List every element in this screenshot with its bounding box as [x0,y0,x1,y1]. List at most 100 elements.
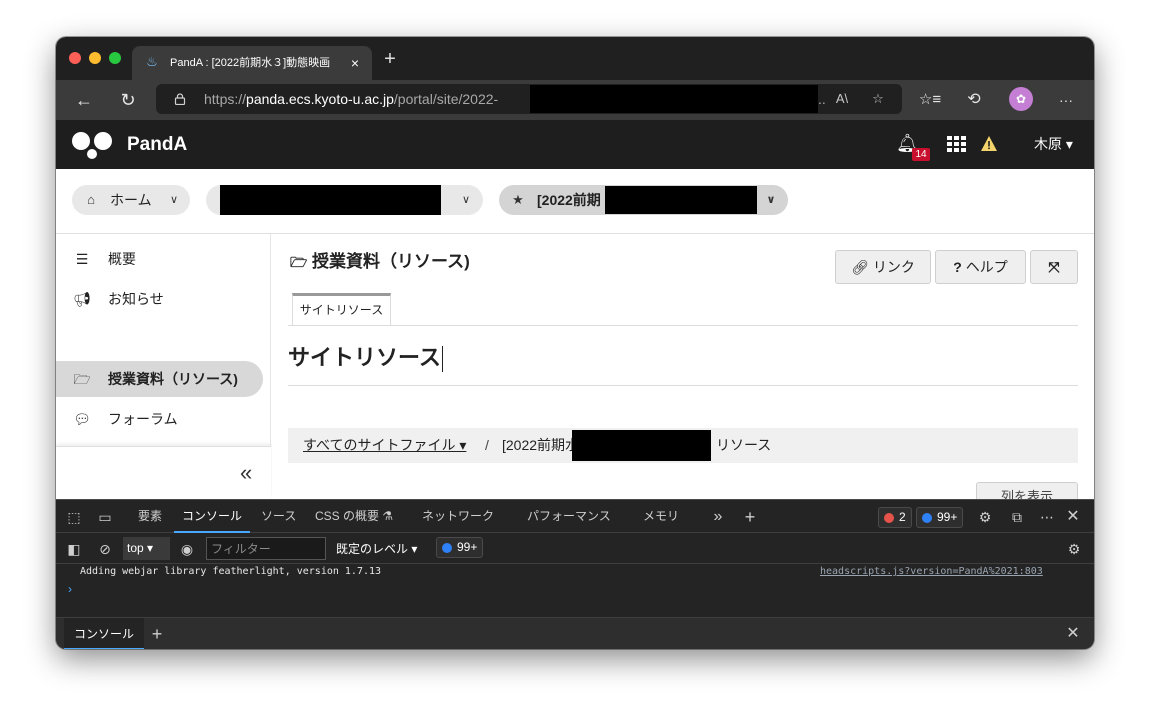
message-count-badge[interactable]: 99+ [916,507,964,528]
site-logo-text[interactable]: PandA [127,134,187,156]
show-columns-button[interactable]: 列を表示 [976,482,1078,499]
chevron-down-icon[interactable]: ∨ [458,193,474,207]
console-toolbar: ◧ ⊘ top ▾ ◉ 既定のレベル ▾ 99+ ⚙ [56,534,1094,564]
more-options-icon[interactable]: ⋯ [1038,508,1056,526]
fullscreen-button[interactable]: ⤧ [1030,250,1078,284]
help-button-label: ヘルプ [965,259,1008,275]
favorites-icon[interactable]: ☆≡ [918,88,942,112]
issues-count: 99+ [457,540,478,554]
tab-site-resources[interactable]: サイトリソース [292,293,391,326]
tool-sidebar: ☰ 概要 📢︎ お知らせ 🗁 授業資料（リソース) 💬︎ フォーラム 🗎 課題 … [56,234,271,499]
add-favorite-icon[interactable]: ☆ [868,90,888,108]
maximize-window-button[interactable] [109,52,121,64]
sidebar-toggle-icon[interactable]: ◧ [65,540,83,558]
sidebar-collapse-bar: « [56,446,271,499]
comments-icon: 💬︎ [73,411,91,427]
home-icon: ⌂ [87,192,95,207]
help-button[interactable]: ? ヘルプ [935,250,1026,284]
link-button[interactable]: 🔗︎ リンク [835,250,931,284]
browser-window: ♨ PandA : [2022前期水３]動態映画 × + ← ↻ https:/… [56,37,1094,649]
breadcrumb: すべてのサイトファイル ▾ / [2022前期水 リソース [288,428,1078,463]
message-count: 99+ [937,510,958,524]
section-title: サイトリソース [288,344,443,373]
issues-badge[interactable]: 99+ [436,537,484,558]
sidebar-item-forums[interactable]: 💬︎ フォーラム [56,401,263,437]
tab-close-icon[interactable]: × [346,54,364,72]
console-message-text: Adding webjar library featherlight, vers… [80,566,382,577]
more-icon[interactable]: ··· [1054,88,1078,112]
home-site-label: ホーム [110,192,152,208]
dock-icon[interactable]: ⧉ [1008,508,1026,526]
read-aloud-icon[interactable]: A\ [832,90,852,108]
divider [288,325,1078,326]
profile-avatar[interactable]: ✿ [1009,87,1033,111]
tab-css-overview[interactable]: CSS の概要 ⚗ [315,508,393,525]
expand-icon: ⤧ [1048,259,1060,275]
more-tabs-icon[interactable]: » [709,508,727,526]
add-drawer-tab-icon[interactable]: + [148,625,166,643]
log-level-select[interactable]: 既定のレベル ▾ [336,541,417,557]
breadcrumb-current-suffix: リソース [716,437,772,453]
clear-console-icon[interactable]: ⊘ [96,540,114,558]
context-select[interactable]: top ▾ [123,537,170,560]
address-bar: ← ↻ https://panda.ecs.kyoto-u.ac.jp/port… [56,80,1094,120]
url-field[interactable]: https://panda.ecs.kyoto-u.ac.jp/portal/s… [156,84,902,114]
console-prompt[interactable]: › [68,581,72,597]
chevron-down-icon[interactable]: ∨ [763,193,779,207]
user-menu[interactable]: 木原 ▾ [1034,135,1073,153]
list-icon: ☰ [75,251,89,267]
message-icon [922,513,932,523]
history-icon[interactable]: ⟲ [962,88,986,112]
collapse-sidebar-icon[interactable]: « [240,461,252,485]
notification-badge: 14 [912,148,930,161]
page-title: 🗁 授業資料（リソース) [290,252,470,272]
sidebar-item-overview[interactable]: ☰ 概要 [56,241,263,277]
page-title-text: 授業資料（リソース) [312,252,470,271]
link-icon: 🔗︎ [851,259,873,275]
devtools-tab-bar: ⬚ ▭ 要素 コンソール ソース CSS の概要 ⚗ ネットワーク パフォーマン… [56,500,1094,533]
all-site-files-link[interactable]: すべてのサイトファイル ▾ [303,437,466,454]
close-devtools-icon[interactable]: ✕ [1064,508,1082,526]
sidebar-item-resources[interactable]: 🗁 授業資料（リソース) [56,361,263,397]
text-caret [441,346,443,373]
close-window-button[interactable] [69,52,81,64]
current-site-pill[interactable]: ★ [2022前期 ∨ [499,185,788,215]
url-ellipsis: .. [818,91,826,107]
sidebar-item-announcements[interactable]: 📢︎ お知らせ [56,281,263,317]
minimize-window-button[interactable] [89,52,101,64]
add-tab-icon[interactable]: + [741,508,759,526]
tab-network[interactable]: ネットワーク [422,508,494,525]
browser-tab[interactable]: ♨ PandA : [2022前期水３]動態映画 × [132,46,372,80]
new-tab-button[interactable]: + [380,49,400,69]
bullhorn-icon: 📢︎ [73,291,91,307]
back-icon[interactable]: ← [72,88,96,112]
site-pill-2[interactable]: ∨ [206,185,483,215]
inspect-element-icon[interactable]: ⬚ [65,508,83,526]
console-source-link[interactable]: headscripts.js?version=PandA%2021:803 [820,565,1043,579]
device-emulation-icon[interactable]: ▭ [96,508,114,526]
apps-grid-icon[interactable] [947,136,967,152]
tab-memory[interactable]: メモリ [643,508,679,525]
close-drawer-icon[interactable]: ✕ [1064,625,1082,643]
tab-console[interactable]: コンソール [182,508,242,525]
drawer-tab-console[interactable]: コンソール [64,618,144,649]
tab-elements[interactable]: 要素 [138,508,162,525]
live-expression-icon[interactable]: ◉ [178,540,196,558]
chevron-down-icon[interactable]: ∨ [166,193,182,207]
home-site-pill[interactable]: ⌂ ホーム ∨ [72,185,190,215]
section-title-text: サイトリソース [288,345,441,370]
tab-performance[interactable]: パフォーマンス [527,508,611,525]
console-settings-icon[interactable]: ⚙ [1065,540,1083,558]
message-icon [442,543,452,553]
main-content: 🗁 授業資料（リソース) 🔗︎ リンク ? ヘルプ ⤧ サイトリソース サイトリソ… [272,234,1094,499]
site-nav: ⌂ ホーム ∨ ∨ ★ [2022前期 ∨ [56,169,1094,234]
settings-icon[interactable]: ⚙ [976,508,994,526]
panda-logo-icon[interactable] [71,130,117,160]
warning-icon[interactable] [980,135,998,153]
error-count-badge[interactable]: 2 [878,507,912,528]
console-filter-input[interactable] [206,537,326,560]
tab-sources[interactable]: ソース [261,508,296,525]
tab-bar: ♨ PandA : [2022前期水３]動態映画 × + [56,37,1094,80]
flask-icon: ⚗ [382,509,394,523]
refresh-icon[interactable]: ↻ [116,88,140,112]
